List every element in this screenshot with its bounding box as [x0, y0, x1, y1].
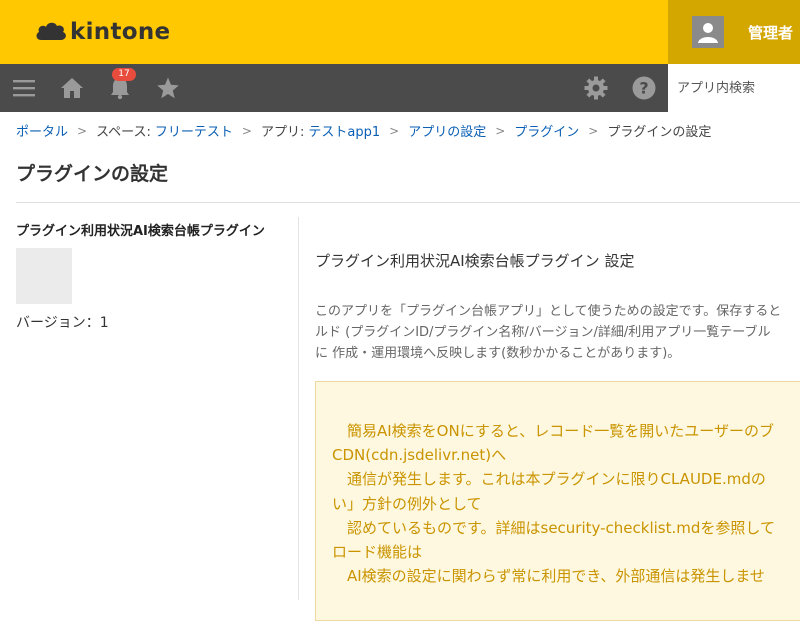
kintone-logo[interactable]: kintone [34, 19, 170, 45]
logo-text: kintone [70, 19, 171, 45]
avatar [692, 16, 724, 48]
plugin-name: プラグイン利用状況AI検索台帳プラグイン [16, 224, 265, 239]
svg-text:?: ? [639, 79, 648, 98]
user-icon [698, 23, 718, 43]
notice-box: 簡易AI検索をONにすると、レコード一覧を開いたユーザーのブ CDN(cdn.j… [315, 381, 800, 621]
user-name: 管理者 [748, 24, 794, 42]
star-icon[interactable] [156, 76, 180, 100]
breadcrumb-space[interactable]: フリーテスト [155, 121, 233, 140]
breadcrumb-separator: > [241, 123, 252, 138]
plugin-version: バージョン：1 [16, 315, 109, 331]
description-line: に 作成・運用環境へ反映します(数秒かかることがあります)。 [315, 346, 681, 361]
breadcrumb-separator: > [77, 123, 88, 138]
breadcrumb-app[interactable]: テストapp1 [308, 121, 380, 140]
notification-badge: 17 [112, 68, 136, 81]
menu-icon[interactable] [12, 76, 36, 100]
notice-text: 簡易AI検索をONにすると、レコード一覧を開いたユーザーのブ CDN(cdn.j… [332, 419, 775, 588]
column-divider [298, 217, 299, 600]
user-menu[interactable]: 管理者 [668, 0, 800, 64]
help-icon[interactable]: ? [632, 76, 656, 100]
settings-title: プラグイン利用状況AI検索台帳プラグイン 設定 [315, 252, 635, 270]
breadcrumb-app-prefix: アプリ: [260, 125, 305, 140]
breadcrumb-current: プラグインの設定 [607, 125, 712, 140]
breadcrumb-app-settings[interactable]: アプリの設定 [408, 121, 486, 140]
breadcrumb-separator: > [495, 123, 506, 138]
gear-icon[interactable] [584, 76, 608, 100]
app-search-input[interactable] [668, 64, 800, 112]
description-line: ルド (プラグインID/プラグイン名称/バージョン/詳細/利用アプリ一覧テーブル [315, 325, 771, 340]
breadcrumb-separator: > [389, 123, 400, 138]
notice-line: 認めているものです。詳細はsecurity-checklist.mdを参照して [332, 518, 775, 537]
notice-line: ロード機能は [332, 543, 423, 562]
plugin-icon-placeholder [16, 248, 72, 304]
notice-line: AI検索の設定に関わらず常に利用でき、外部通信は発生しませ [332, 567, 765, 586]
cloud-logo-icon [36, 22, 66, 40]
notice-line: い」方針の例外として [332, 494, 482, 513]
notice-line: CDN(cdn.jsdelivr.net)へ [332, 446, 507, 465]
breadcrumb: ポータル > スペース: フリーテスト > アプリ: テストapp1 > アプリ… [16, 121, 712, 141]
home-icon[interactable] [60, 76, 84, 100]
breadcrumb-plugins[interactable]: プラグイン [514, 121, 579, 140]
app-header: kintone 管理者 [0, 0, 800, 64]
settings-description: このアプリを「プラグイン台帳アプリ」として使うための設定です。保存すると ルド … [315, 301, 800, 364]
description-line: このアプリを「プラグイン台帳アプリ」として使うための設定です。保存すると [315, 304, 782, 319]
page-title: プラグインの設定 [16, 163, 169, 185]
notice-line: 通信が発生します。これは本プラグインに限りCLAUDE.mdの [332, 470, 766, 489]
divider [16, 202, 800, 203]
breadcrumb-space-prefix: スペース: [96, 125, 151, 140]
breadcrumb-separator: > [588, 123, 599, 138]
breadcrumb-portal[interactable]: ポータル [16, 121, 68, 140]
notice-line: 簡易AI検索をONにすると、レコード一覧を開いたユーザーのブ [332, 422, 774, 440]
